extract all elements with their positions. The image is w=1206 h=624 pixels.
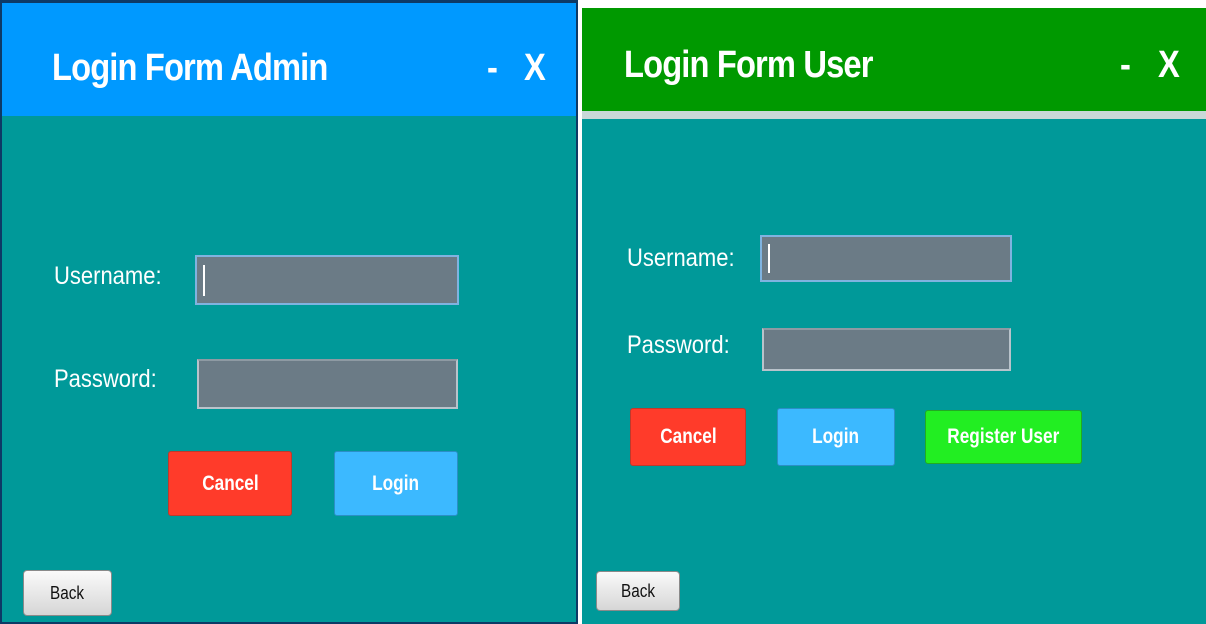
- admin-password-input[interactable]: [197, 359, 458, 409]
- user-minimize-button[interactable]: -: [1120, 44, 1131, 87]
- user-back-button[interactable]: Back: [596, 571, 680, 611]
- user-login-window: Login Form User - X Username: Password: …: [582, 8, 1206, 624]
- user-window-title: Login Form User: [624, 44, 873, 86]
- user-close-button[interactable]: X: [1158, 44, 1180, 87]
- user-username-input[interactable]: [760, 235, 1012, 282]
- user-title-separator: [582, 111, 1206, 119]
- user-username-caret: [768, 244, 770, 273]
- user-cancel-button[interactable]: Cancel: [630, 408, 746, 466]
- user-cancel-label: Cancel: [659, 425, 717, 448]
- admin-minimize-button[interactable]: -: [487, 47, 498, 90]
- user-username-label: Username:: [627, 244, 735, 272]
- admin-username-label: Username:: [54, 262, 162, 290]
- admin-back-button[interactable]: Back: [23, 570, 112, 616]
- user-login-label: Login: [812, 425, 860, 448]
- admin-title-bar[interactable]: Login Form Admin - X: [2, 3, 576, 116]
- admin-cancel-button[interactable]: Cancel: [168, 451, 292, 516]
- admin-close-button[interactable]: X: [524, 47, 546, 90]
- user-login-button[interactable]: Login: [777, 408, 895, 466]
- user-password-input[interactable]: [762, 328, 1011, 371]
- admin-password-label: Password:: [54, 365, 157, 393]
- user-back-label: Back: [620, 580, 656, 601]
- admin-cancel-label: Cancel: [201, 471, 259, 495]
- admin-login-label: Login: [372, 471, 420, 495]
- admin-login-button[interactable]: Login: [334, 451, 458, 516]
- admin-username-input[interactable]: [195, 255, 459, 305]
- admin-username-caret: [203, 265, 205, 296]
- user-password-label: Password:: [627, 331, 730, 359]
- user-title-bar[interactable]: Login Form User - X: [582, 8, 1206, 111]
- admin-back-label: Back: [50, 582, 85, 603]
- register-user-button[interactable]: Register User: [925, 410, 1082, 464]
- admin-window-title: Login Form Admin: [52, 47, 328, 89]
- register-user-label: Register User: [947, 425, 1060, 448]
- admin-login-window: Login Form Admin - X Username: Password:…: [0, 0, 578, 624]
